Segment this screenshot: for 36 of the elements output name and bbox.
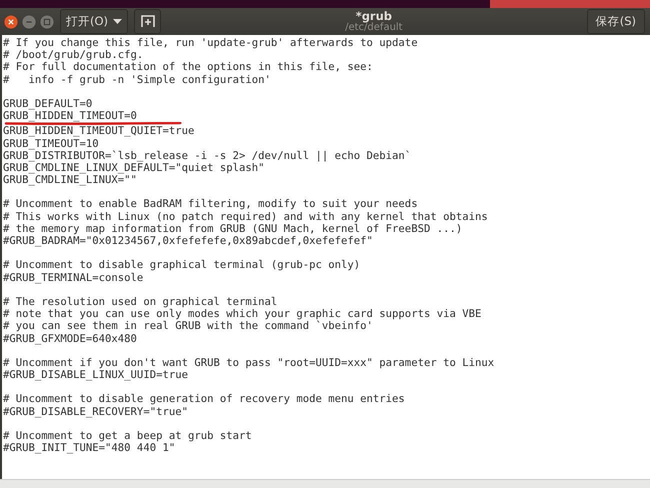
code-line: # note that you can use only modes which your graphic card supports via VBE (3, 308, 482, 320)
code-line: #GRUB_INIT_TUNE="480 440 1" (3, 442, 176, 454)
code-line: # Uncomment to get a beep at grub start (3, 430, 252, 442)
code-line: GRUB_HIDDEN_TIMEOUT_QUIET=true (3, 125, 194, 138)
code-line: # Uncomment to enable BadRAM filtering, modify to suit your needs (3, 198, 418, 211)
save-button[interactable]: 保存(S) (586, 9, 645, 34)
code-line: # For full documentation of the options in this file, see: (3, 61, 373, 74)
code-line: GRUB_DISTRIBUTOR=`lsb_release -i -s 2> /dev/null || echo Debian` (3, 150, 412, 162)
code-line: # Uncomment if you don't want GRUB to pass "root=UUID=xxx" parameter to Linux (3, 356, 494, 370)
code-line: #GRUB_GFXMODE=640x480 (3, 332, 137, 345)
close-icon[interactable] (4, 14, 18, 30)
code-line: GRUB_DEFAULT=0 (3, 98, 92, 110)
code-line: #GRUB_DISABLE_LINUX_UUID=true (3, 369, 188, 382)
caret-icon (113, 18, 122, 24)
code-line: #GRUB_BADRAM="0x01234567,0xfefefefe,0x89abcdef,0xefefefef" (3, 235, 373, 248)
code-line: #GRUB_TERMINAL=console (3, 272, 144, 284)
code-line: # /boot/grub/grub.cfg. (3, 49, 144, 62)
code-line: # Uncomment to disable graphical terminal (grub-pc only) (3, 259, 360, 272)
code-line: GRUB_HIDDEN_TIMEOUT=0 (3, 110, 137, 122)
code-line: # This works with Linux (no patch required) and with any kernel that obtains (3, 210, 488, 223)
code-line: # Uncomment to disable generation of recovery mode menu entries (3, 393, 405, 406)
code-line: # If you change this file, run 'update-grub' afterwards to update (3, 37, 418, 50)
maximize-icon[interactable] (40, 14, 54, 30)
code-line: # the memory map information from GRUB (GNU Mach, kernel of FreeBSD ...) (3, 222, 462, 235)
code-line: # info -f grub -n 'Simple configuration' (3, 74, 271, 86)
code-line: # The resolution used on graphical terminal (3, 296, 278, 308)
code-line: GRUB_TIMEOUT=10 (3, 138, 99, 150)
open-button[interactable]: 打开(O) (60, 9, 128, 34)
code-line: #GRUB_DISABLE_RECOVERY="true" (3, 406, 188, 418)
new-document-button[interactable] (134, 9, 161, 34)
new-document-icon (140, 15, 154, 28)
window-title: *grub (356, 10, 392, 22)
code-line: GRUB_CMDLINE_LINUX_DEFAULT="quiet splash" (3, 162, 264, 174)
code-line: GRUB_CMDLINE_LINUX="" (3, 174, 137, 186)
file-path: /etc/default (345, 22, 403, 34)
code-line: # you can see them in real GRUB with the command `vbeinfo' (3, 320, 373, 332)
